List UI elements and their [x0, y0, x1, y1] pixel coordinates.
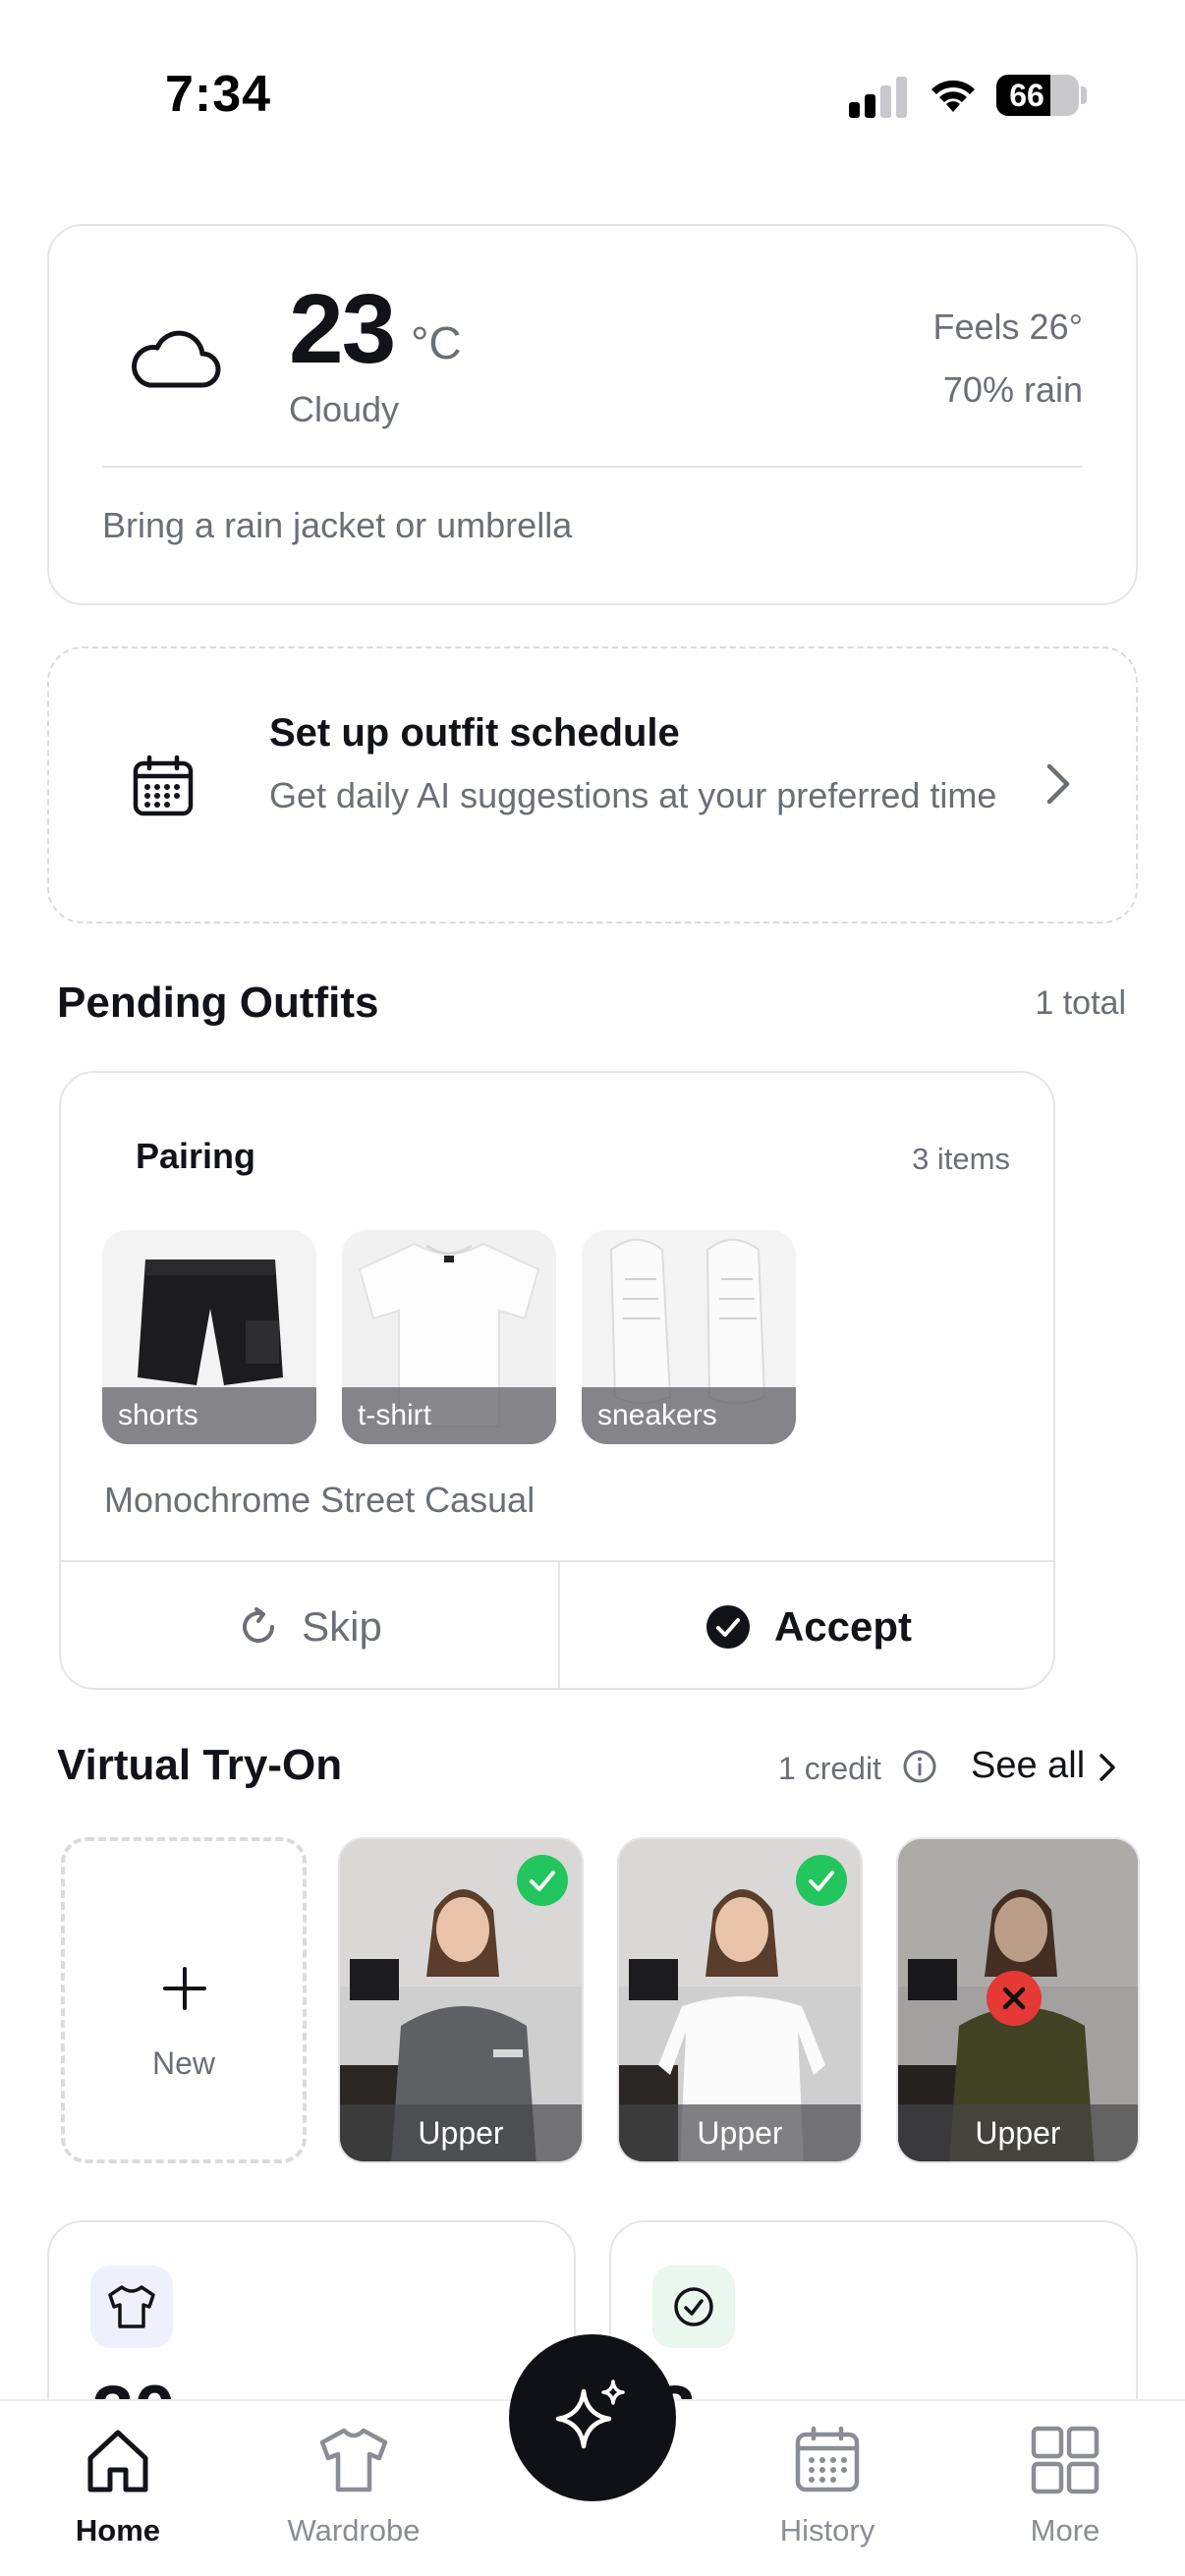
credit-count: 1 credit — [778, 1751, 881, 1786]
accept-button[interactable]: Accept — [560, 1562, 1053, 1688]
battery-percent: 66 — [1009, 78, 1044, 113]
weather-divider — [102, 466, 1083, 468]
weather-card[interactable]: 23 °C Cloudy Feels 26° 70% rain Bring a … — [47, 224, 1138, 605]
outfit-item-label: shorts — [102, 1387, 316, 1444]
nav-label: History — [779, 2513, 875, 2548]
check-circle-icon — [705, 1605, 750, 1649]
temperature-unit: °C — [411, 317, 462, 368]
virtual-tryon-title: Virtual Try-On — [57, 1741, 343, 1789]
skip-label: Skip — [302, 1603, 382, 1650]
outfit-item-label: t-shirt — [342, 1387, 556, 1444]
check-icon — [530, 1871, 555, 1891]
new-tryon-button[interactable]: New — [61, 1837, 307, 2163]
ai-suggest-button[interactable] — [509, 2334, 676, 2501]
tryon-result-tile[interactable]: Upper — [896, 1837, 1140, 2163]
success-badge — [517, 1855, 568, 1906]
close-icon — [1002, 1987, 1026, 2010]
nav-more[interactable]: More — [967, 2425, 1163, 2552]
tryon-label: Upper — [340, 2104, 582, 2161]
pending-outfits-title: Pending Outfits — [57, 979, 379, 1027]
grid-icon — [1031, 2426, 1100, 2494]
schedule-title: Set up outfit schedule — [269, 711, 680, 755]
battery-indicator: 66 — [996, 75, 1079, 116]
nav-wardrobe[interactable]: Wardrobe — [255, 2425, 452, 2552]
accept-label: Accept — [773, 1603, 913, 1650]
wifi-icon — [931, 80, 975, 112]
pending-outfits-count: 1 total — [1035, 984, 1126, 1022]
calendar-icon — [133, 755, 194, 816]
cloud-icon — [132, 330, 221, 388]
nav-label: More — [1030, 2513, 1100, 2548]
cellular-signal-icon — [849, 77, 908, 118]
info-icon[interactable] — [902, 1749, 937, 1784]
outfit-item-sneakers[interactable]: sneakers — [582, 1230, 796, 1444]
tryon-label: Upper — [898, 2104, 1138, 2161]
temperature-value: 23 — [289, 274, 396, 384]
home-icon — [87, 2430, 148, 2492]
plus-icon — [163, 1967, 206, 2010]
check-circle-icon — [674, 2287, 713, 2326]
battery-nub — [1081, 86, 1087, 104]
weather-tip: Bring a rain jacket or umbrella — [102, 505, 573, 545]
pairing-card[interactable]: Pairing 3 items shorts t-shirt sneakers … — [59, 1071, 1055, 1690]
status-time: 7:34 — [165, 66, 272, 123]
chevron-right-icon — [1046, 763, 1070, 805]
rain-chance: 70% rain — [942, 369, 1083, 410]
outfit-item-shorts[interactable]: shorts — [102, 1230, 316, 1444]
failed-badge — [987, 1971, 1042, 2026]
refresh-icon — [243, 1607, 275, 1643]
schedule-description: Get daily AI suggestions at your preferr… — [269, 775, 997, 815]
pairing-title: Pairing — [136, 1136, 256, 1176]
calendar-icon — [795, 2426, 860, 2492]
outfit-name: Monochrome Street Casual — [104, 1480, 536, 1520]
nav-label: Home — [75, 2513, 161, 2548]
outfit-item-label: sneakers — [582, 1387, 796, 1444]
status-bar: 7:34 66 — [0, 0, 1185, 147]
nav-home[interactable]: Home — [20, 2425, 216, 2552]
stat-icon-box — [90, 2266, 173, 2348]
sparkle-icon — [555, 2380, 625, 2449]
new-label: New — [151, 2045, 215, 2081]
tryon-label: Upper — [619, 2104, 861, 2161]
pairing-items-count: 3 items — [912, 1142, 1010, 1176]
feels-like: Feels 26° — [932, 307, 1083, 347]
success-badge — [796, 1855, 847, 1906]
skip-button[interactable]: Skip — [61, 1562, 558, 1688]
nav-history[interactable]: History — [729, 2425, 926, 2552]
nav-label: Wardrobe — [287, 2513, 421, 2548]
shirt-icon — [108, 2285, 155, 2328]
tryon-result-tile[interactable]: Upper — [338, 1837, 584, 2163]
outfit-item-tshirt[interactable]: t-shirt — [342, 1230, 556, 1444]
tryon-result-tile[interactable]: Upper — [617, 1837, 863, 2163]
check-icon — [809, 1871, 834, 1891]
stat-icon-box — [652, 2266, 735, 2348]
shirt-icon — [319, 2428, 388, 2492]
weather-condition: Cloudy — [289, 389, 400, 429]
chevron-right-icon — [1100, 1754, 1115, 1781]
outfit-schedule-card[interactable]: Set up outfit schedule Get daily AI sugg… — [47, 646, 1138, 924]
see-all-link[interactable]: See all — [971, 1745, 1085, 1787]
